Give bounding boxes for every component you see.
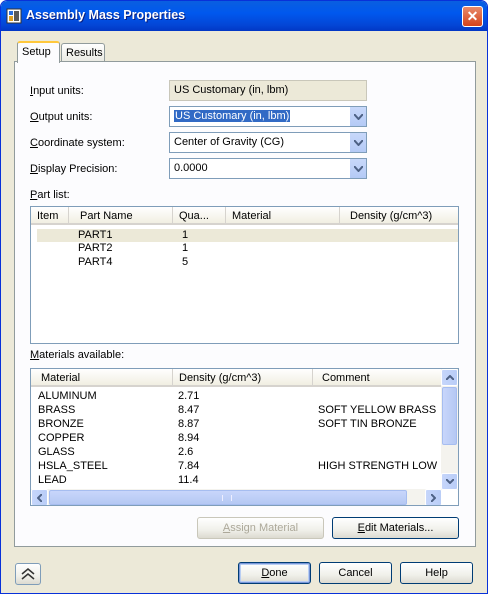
- quantity-cell: 5: [182, 256, 189, 268]
- column-header-material[interactable]: Material: [226, 207, 340, 225]
- density-cell: 2.6: [178, 446, 194, 458]
- chevron-down-icon: [353, 165, 363, 172]
- coordinate-system-select[interactable]: Center of Gravity (CG): [169, 132, 367, 153]
- display-precision-value: 0.0000: [174, 162, 208, 174]
- assembly-mass-properties-dialog: Assembly Mass Properties ✕ Setup Results…: [0, 0, 488, 594]
- input-units-value: US Customary (in, lbm): [174, 84, 289, 96]
- density-cell: 11.4: [178, 474, 199, 486]
- collapse-button[interactable]: [15, 563, 41, 585]
- column-header-part-name[interactable]: Part Name: [69, 207, 173, 225]
- comment-cell: SOFT TIN BRONZE: [318, 418, 417, 430]
- chevron-left-icon: [37, 493, 42, 502]
- cancel-button[interactable]: Cancel: [319, 562, 392, 584]
- comment-cell: HIGH STRENGTH LOW: [318, 460, 438, 472]
- material-name-cell: COPPER: [38, 432, 85, 444]
- part-list-label: Part list:: [30, 189, 70, 201]
- part-name-cell: PART4: [78, 256, 113, 268]
- materials-table[interactable]: Material Density (g/cm^3) Comment ALUMIN…: [30, 368, 459, 506]
- close-button[interactable]: ✕: [462, 6, 483, 27]
- materials-horizontal-scrollbar[interactable]: [31, 489, 442, 505]
- tab-results[interactable]: Results: [61, 43, 105, 63]
- material-name-cell: GLASS: [38, 446, 75, 458]
- grip-icon: [222, 495, 232, 501]
- tab-setup-label: Setup: [22, 46, 51, 58]
- help-button[interactable]: Help: [400, 562, 473, 584]
- column-header-material[interactable]: Material: [31, 369, 173, 387]
- column-header-item[interactable]: Item: [31, 207, 69, 225]
- material-name-cell: ALUMINUM: [38, 390, 97, 402]
- scroll-right-button[interactable]: [425, 489, 442, 505]
- assign-material-button[interactable]: Assign Material: [197, 517, 324, 539]
- done-button[interactable]: Done: [238, 562, 311, 584]
- title-bar[interactable]: Assembly Mass Properties ✕: [1, 1, 487, 31]
- edit-materials-button[interactable]: Edit Materials...: [332, 517, 459, 539]
- output-units-select[interactable]: US Customary (in, lbm): [169, 106, 367, 127]
- materials-header: Material Density (g/cm^3) Comment: [31, 369, 442, 387]
- material-name-cell: BRASS: [38, 404, 76, 416]
- vertical-scroll-thumb[interactable]: [442, 387, 457, 445]
- material-name-cell: LEAD: [38, 474, 67, 486]
- quantity-cell: 1: [182, 242, 189, 254]
- material-name-cell: HSLA_STEEL: [38, 460, 108, 472]
- tab-setup[interactable]: Setup: [17, 41, 60, 63]
- coordinate-system-label: Coordinate system:: [30, 137, 125, 149]
- input-units-field: US Customary (in, lbm): [169, 80, 367, 101]
- column-header-comment[interactable]: Comment: [313, 369, 442, 387]
- output-units-dropdown-button[interactable]: [349, 107, 366, 126]
- density-cell: 7.84: [178, 460, 200, 472]
- coordinate-system-value: Center of Gravity (CG): [174, 136, 285, 148]
- scroll-down-button[interactable]: [441, 473, 458, 490]
- column-header-quantity[interactable]: Qua...: [173, 207, 226, 225]
- display-precision-label: Display Precision:: [30, 163, 118, 175]
- density-cell: 8.94: [178, 432, 200, 444]
- double-chevron-up-icon: [21, 568, 35, 580]
- output-units-label: Output units:: [30, 111, 93, 123]
- app-icon: [6, 8, 22, 24]
- coordinate-system-dropdown-button[interactable]: [349, 133, 366, 152]
- scroll-left-button[interactable]: [31, 489, 48, 505]
- tab-results-label: Results: [66, 47, 103, 59]
- quantity-cell: 1: [182, 229, 189, 241]
- material-name-cell: BRONZE: [38, 418, 84, 430]
- close-icon: ✕: [466, 8, 479, 24]
- display-precision-dropdown-button[interactable]: [349, 159, 366, 178]
- materials-vertical-scrollbar[interactable]: [441, 369, 458, 490]
- horizontal-scroll-thumb[interactable]: [49, 490, 407, 505]
- chevron-down-icon: [445, 479, 454, 484]
- display-precision-select[interactable]: 0.0000: [169, 158, 367, 179]
- chevron-down-icon: [353, 139, 363, 146]
- chevron-up-icon: [445, 375, 454, 380]
- chevron-right-icon: [431, 493, 436, 502]
- comment-cell: SOFT YELLOW BRASS: [318, 404, 437, 416]
- part-name-cell: PART2: [78, 242, 113, 254]
- input-units-label: Input units:: [30, 85, 84, 97]
- scroll-up-button[interactable]: [441, 369, 458, 386]
- part-list-table[interactable]: Item Part Name Qua... Material Density (…: [30, 206, 459, 344]
- density-cell: 8.47: [178, 404, 200, 416]
- column-header-density[interactable]: Density (g/cm^3): [340, 207, 458, 225]
- column-header-density[interactable]: Density (g/cm^3): [173, 369, 313, 387]
- part-name-cell: PART1: [78, 229, 113, 241]
- chevron-down-icon: [353, 113, 363, 120]
- density-cell: 8.87: [178, 418, 200, 430]
- output-units-value: US Customary (in, lbm): [172, 109, 292, 123]
- density-cell: 2.71: [178, 390, 200, 402]
- part-list-header: Item Part Name Qua... Material Density (…: [31, 207, 458, 225]
- window-title: Assembly Mass Properties: [26, 8, 186, 22]
- materials-available-label: Materials available:: [30, 349, 125, 361]
